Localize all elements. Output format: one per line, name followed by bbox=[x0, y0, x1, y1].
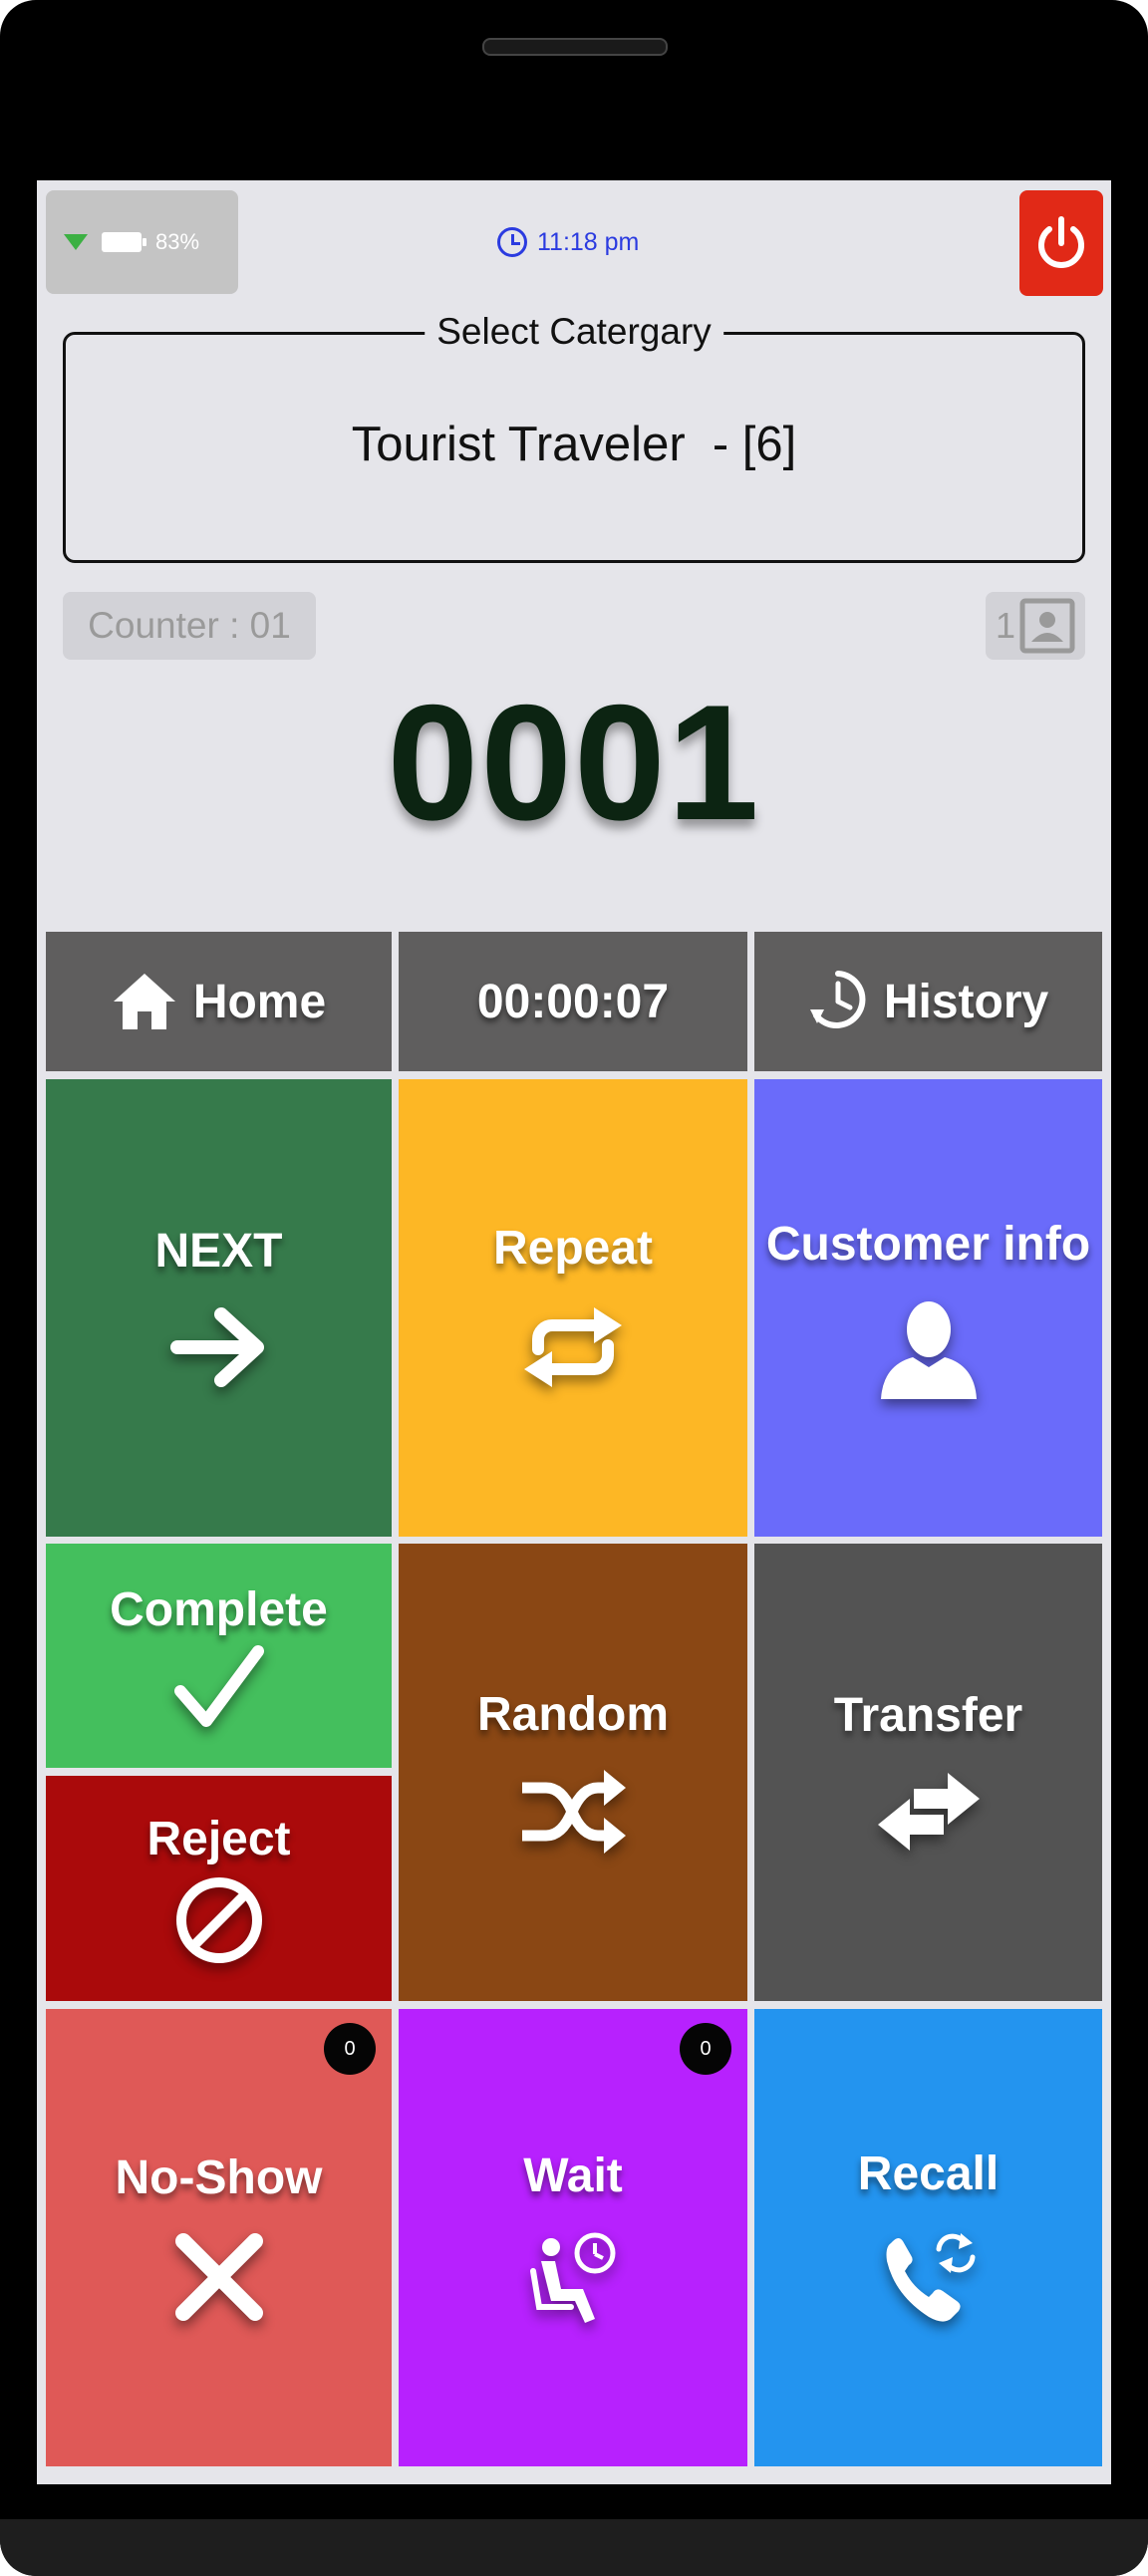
next-label: NEXT bbox=[154, 1225, 283, 1278]
complete-button[interactable]: Complete bbox=[46, 1544, 392, 1768]
random-label: Random bbox=[477, 1688, 669, 1741]
home-label: Home bbox=[192, 975, 327, 1028]
next-button[interactable]: NEXT bbox=[46, 1079, 392, 1537]
session-timer: 00:00:07 bbox=[399, 932, 747, 1071]
shuffle-icon bbox=[522, 1770, 626, 1854]
clock-icon bbox=[497, 227, 527, 257]
power-button[interactable] bbox=[1019, 190, 1103, 296]
device-status: 83% bbox=[46, 190, 238, 294]
history-icon bbox=[809, 971, 866, 1028]
recall-label: Recall bbox=[857, 2147, 1000, 2200]
phone-refresh-icon bbox=[886, 2233, 975, 2322]
seated-clock-icon bbox=[530, 2232, 616, 2323]
ticket-number: 0001 bbox=[387, 671, 761, 854]
reject-button[interactable]: Reject bbox=[46, 1776, 392, 2001]
wait-label: Wait bbox=[523, 2149, 623, 2202]
random-button[interactable]: Random bbox=[399, 1544, 747, 2001]
speaker-grille bbox=[482, 38, 668, 56]
counter-badge: Counter : 01 bbox=[63, 592, 316, 660]
wifi-icon bbox=[64, 234, 88, 250]
history-button[interactable]: History bbox=[754, 932, 1102, 1071]
repeat-icon bbox=[524, 1307, 622, 1387]
category-value: Tourist Traveler - [6] bbox=[351, 418, 797, 471]
repeat-button[interactable]: Repeat bbox=[399, 1079, 747, 1537]
checkmark-icon bbox=[173, 1645, 264, 1727]
no-show-button[interactable]: 0 No-Show bbox=[46, 2009, 392, 2466]
complete-label: Complete bbox=[110, 1583, 328, 1636]
customer-info-button[interactable]: Customer info bbox=[754, 1079, 1102, 1537]
history-label: History bbox=[883, 975, 1049, 1028]
reject-label: Reject bbox=[146, 1812, 291, 1865]
transfer-button[interactable]: Transfer bbox=[754, 1544, 1102, 2001]
battery-icon bbox=[102, 232, 146, 252]
recall-button[interactable]: Recall bbox=[754, 2009, 1102, 2466]
category-legend: Select Catergary bbox=[425, 311, 723, 353]
app-screen: 83% 11:18 pm Select Catergary Tourist Tr… bbox=[37, 180, 1111, 2484]
user-count: 1 bbox=[995, 605, 1016, 646]
time-text: 11:18 pm bbox=[537, 227, 640, 256]
wait-button[interactable]: 0 Wait bbox=[399, 2009, 747, 2466]
contact-card-icon bbox=[1019, 598, 1075, 654]
power-icon bbox=[1038, 216, 1084, 268]
prohibited-icon bbox=[175, 1876, 262, 1963]
repeat-label: Repeat bbox=[492, 1222, 654, 1275]
home-icon bbox=[113, 974, 175, 1029]
wait-count-badge: 0 bbox=[680, 2023, 731, 2075]
x-icon bbox=[174, 2233, 263, 2321]
phone-frame: 83% 11:18 pm Select Catergary Tourist Tr… bbox=[0, 0, 1148, 2576]
timer-text: 00:00:07 bbox=[476, 975, 670, 1028]
home-button[interactable]: Home bbox=[46, 932, 392, 1071]
transfer-arrows-icon bbox=[877, 1773, 980, 1851]
bottom-bezel bbox=[0, 2519, 1148, 2576]
category-selector[interactable]: Select Catergary Tourist Traveler - [6] bbox=[63, 311, 1085, 563]
transfer-label: Transfer bbox=[833, 1689, 1023, 1742]
user-count-badge[interactable]: 1 bbox=[986, 592, 1085, 660]
battery-percent: 83% bbox=[155, 229, 200, 254]
no-show-count-badge: 0 bbox=[324, 2023, 376, 2075]
current-time: 11:18 pm bbox=[497, 224, 639, 260]
no-show-label: No-Show bbox=[115, 2151, 323, 2204]
person-icon bbox=[880, 1301, 977, 1399]
arrow-right-icon bbox=[169, 1307, 264, 1387]
customer-info-label: Customer info bbox=[765, 1218, 1091, 1271]
